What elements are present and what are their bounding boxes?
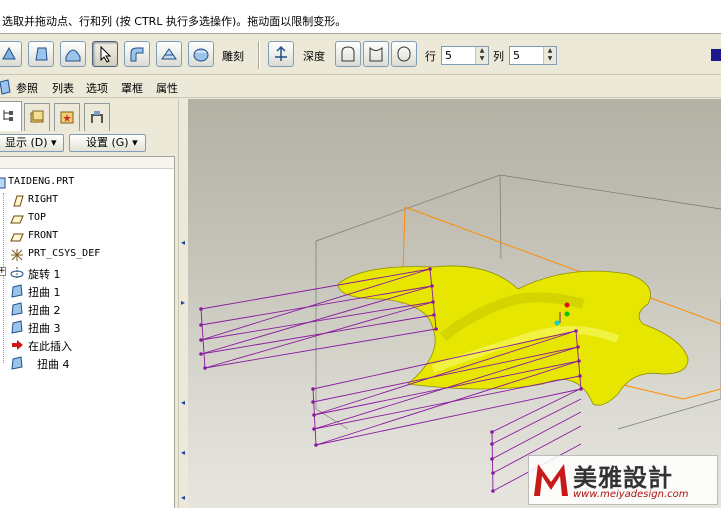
settings-dropdown[interactable]: 设置 (G) ▾ <box>69 134 146 152</box>
rows-spinner[interactable]: 5 ▲ ▼ <box>441 46 489 65</box>
tab-favorites[interactable] <box>54 103 80 131</box>
depth-label: 深度 <box>303 50 325 63</box>
depth-one-side-button[interactable] <box>335 41 361 67</box>
navigator-panel: 显示 (D) ▾ 设置 (G) ▾ TAIDENG.PRT RIGHT TOP … <box>0 99 178 508</box>
down-arrow-icon: ▼ <box>479 55 485 62</box>
tree-connector <box>3 193 4 363</box>
cols-label: 列 <box>493 50 504 63</box>
sculpt-toolbar: 雕刻 深度 行 5 ▲ ▼ 列 5 ▲ ▼ <box>0 35 721 75</box>
tab-folder-browser[interactable] <box>24 103 50 131</box>
model-tree-icon <box>3 110 13 121</box>
expand-icon[interactable]: + <box>0 267 6 276</box>
collapse-arrow-icon: ◂ <box>181 493 186 502</box>
datum-plane-icon <box>10 233 24 242</box>
part-icon <box>0 177 6 189</box>
transform-tool-button[interactable] <box>0 41 22 67</box>
references-icon <box>0 79 11 95</box>
watermark-brand: 美雅設計 <box>573 464 673 492</box>
cols-value: 5 <box>513 49 520 62</box>
tree-header <box>0 157 174 169</box>
favorites-icon <box>60 111 74 124</box>
sculpt-label: 雕刻 <box>222 50 244 63</box>
depth-both-sides-button[interactable] <box>391 41 417 67</box>
sculpt-select-tool-button[interactable] <box>92 41 118 67</box>
collapse-arrow-icon: ◂ <box>181 448 186 457</box>
sculpt-tool-button[interactable] <box>188 41 214 67</box>
tab-list[interactable]: 列表 <box>52 80 74 96</box>
revolve-icon <box>10 267 24 279</box>
tab-properties[interactable]: 属性 <box>156 80 178 96</box>
folder-icon <box>30 110 44 123</box>
toolbar-divider <box>258 41 260 69</box>
warp-icon <box>11 284 23 298</box>
tab-connections[interactable] <box>84 103 110 131</box>
collapse-arrow-icon: ◂ <box>181 398 186 407</box>
graphics-viewport[interactable] <box>188 99 721 508</box>
spine-tool-button[interactable] <box>60 41 86 67</box>
collapse-arrow-icon: ◂ <box>181 238 186 247</box>
tab-references[interactable]: 参照 <box>16 80 38 96</box>
collapse-arrow-icon: ▸ <box>181 298 186 307</box>
insert-here-arrow-icon <box>12 340 23 350</box>
warp-icon <box>11 356 23 370</box>
yellow-surface <box>337 265 689 406</box>
model-tree: TAIDENG.PRT RIGHT TOP FRONT PRT_CSYS_DEF… <box>0 156 175 508</box>
coordinate-system-icon <box>11 249 23 261</box>
watermark-logo: 美雅設計 www.meiyadesign.com <box>528 455 718 505</box>
datum-plane-icon <box>10 215 24 224</box>
watermark-url: www.meiyadesign.com <box>573 489 689 500</box>
tab-options[interactable]: 选项 <box>86 80 108 96</box>
filter-direction-button[interactable] <box>268 41 294 67</box>
rows-spinner-arrows[interactable]: ▲ ▼ <box>475 47 488 64</box>
twist-tool-button[interactable] <box>156 41 182 67</box>
up-arrow-icon: ▲ <box>547 47 553 54</box>
rows-value: 5 <box>445 49 452 62</box>
cols-spinner-arrows[interactable]: ▲ ▼ <box>543 47 556 64</box>
connections-icon <box>91 111 103 123</box>
bend-tool-button[interactable] <box>124 41 150 67</box>
model-graphics[interactable] <box>188 99 721 508</box>
window-edge-marker <box>711 49 721 61</box>
warp-icon <box>11 320 23 334</box>
show-dropdown[interactable]: 显示 (D) ▾ <box>0 134 64 152</box>
warp-tool-button[interactable] <box>28 41 54 67</box>
datum-plane-icon <box>13 195 24 207</box>
dashboard-tabs: 参照 列表 选项 罩框 属性 <box>0 76 721 98</box>
warp-icon <box>11 302 23 316</box>
tab-frame[interactable]: 罩框 <box>121 80 143 96</box>
depth-symmetric-button[interactable] <box>363 41 389 67</box>
logo-icon <box>534 464 568 496</box>
down-arrow-icon: ▼ <box>547 55 553 62</box>
up-arrow-icon: ▲ <box>479 47 485 54</box>
message-bar: 选取并拖动点、行和列 (按 CTRL 执行多选操作)。拖动面以限制变形。 <box>0 0 721 34</box>
status-message: 选取并拖动点、行和列 (按 CTRL 执行多选操作)。拖动面以限制变形。 <box>2 15 347 28</box>
tab-model-tree[interactable] <box>0 101 22 131</box>
panel-splitter[interactable]: ◂ ▸ ◂ ◂ ◂ <box>178 99 188 508</box>
rows-label: 行 <box>425 50 436 63</box>
cols-spinner[interactable]: 5 ▲ ▼ <box>509 46 557 65</box>
